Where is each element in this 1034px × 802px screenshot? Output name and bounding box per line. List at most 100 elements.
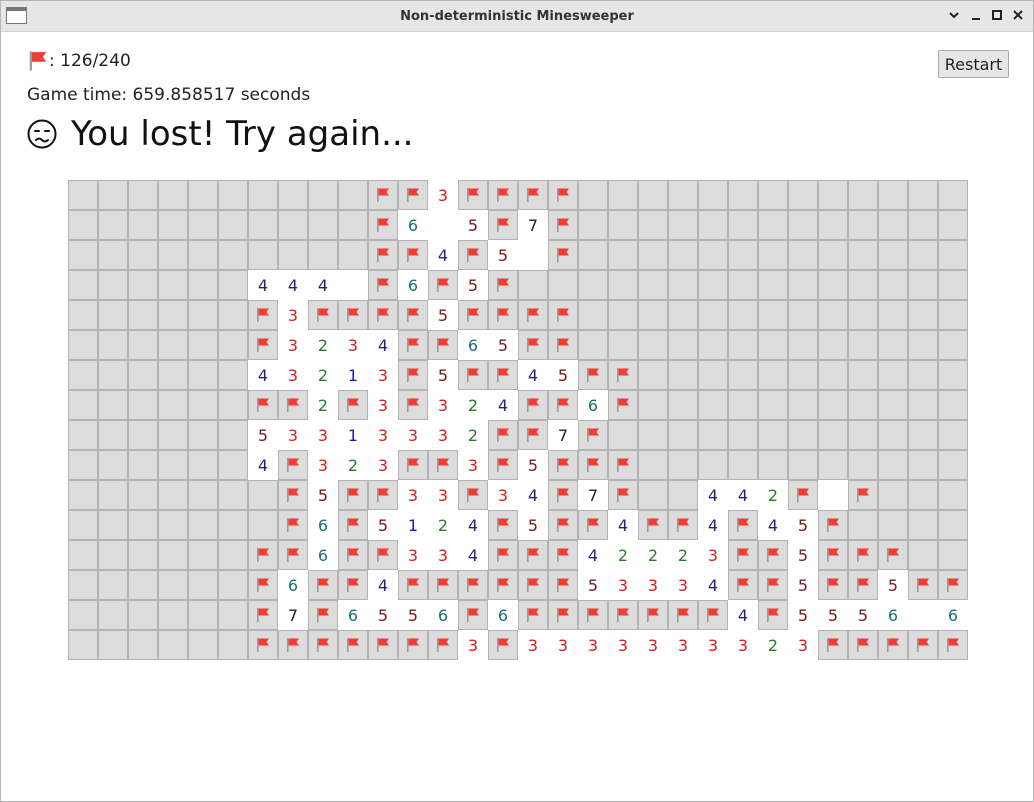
flagged-cell[interactable] [728,510,758,540]
flagged-cell[interactable] [488,270,518,300]
flagged-cell[interactable] [488,630,518,660]
number-cell[interactable]: 3 [278,330,308,360]
hidden-cell[interactable] [848,510,878,540]
hidden-cell[interactable] [158,450,188,480]
flagged-cell[interactable] [818,510,848,540]
flagged-cell[interactable] [248,570,278,600]
hidden-cell[interactable] [878,390,908,420]
hidden-cell[interactable] [668,270,698,300]
hidden-cell[interactable] [218,600,248,630]
hidden-cell[interactable] [338,180,368,210]
flagged-cell[interactable] [488,360,518,390]
flagged-cell[interactable] [338,390,368,420]
number-cell[interactable]: 3 [338,330,368,360]
hidden-cell[interactable] [698,210,728,240]
flagged-cell[interactable] [458,300,488,330]
flagged-cell[interactable] [398,240,428,270]
flagged-cell[interactable] [248,540,278,570]
number-cell[interactable]: 4 [248,360,278,390]
flagged-cell[interactable] [548,600,578,630]
flagged-cell[interactable] [548,210,578,240]
number-cell[interactable]: 3 [668,570,698,600]
number-cell[interactable]: 3 [488,480,518,510]
hidden-cell[interactable] [98,240,128,270]
hidden-cell[interactable] [848,300,878,330]
flagged-cell[interactable] [458,360,488,390]
hidden-cell[interactable] [128,420,158,450]
hidden-cell[interactable] [638,300,668,330]
hidden-cell[interactable] [728,210,758,240]
hidden-cell[interactable] [818,180,848,210]
hidden-cell[interactable] [638,420,668,450]
flagged-cell[interactable] [488,210,518,240]
hidden-cell[interactable] [668,480,698,510]
minimize-bar-icon[interactable] [967,6,985,24]
hidden-cell[interactable] [818,390,848,420]
flagged-cell[interactable] [488,510,518,540]
flagged-cell[interactable] [608,480,638,510]
flagged-cell[interactable] [488,450,518,480]
hidden-cell[interactable] [608,180,638,210]
hidden-cell[interactable] [158,270,188,300]
number-cell[interactable]: 3 [428,480,458,510]
hidden-cell[interactable] [188,180,218,210]
hidden-cell[interactable] [68,210,98,240]
hidden-cell[interactable] [188,360,218,390]
hidden-cell[interactable] [98,630,128,660]
flagged-cell[interactable] [368,240,398,270]
hidden-cell[interactable] [98,450,128,480]
number-cell[interactable]: 1 [398,510,428,540]
hidden-cell[interactable] [128,390,158,420]
hidden-cell[interactable] [908,270,938,300]
flagged-cell[interactable] [518,570,548,600]
flagged-cell[interactable] [368,480,398,510]
number-cell[interactable]: 4 [458,510,488,540]
hidden-cell[interactable] [848,420,878,450]
hidden-cell[interactable] [218,300,248,330]
hidden-cell[interactable] [698,300,728,330]
number-cell[interactable]: 6 [398,210,428,240]
number-cell[interactable]: 4 [518,360,548,390]
hidden-cell[interactable] [698,390,728,420]
flagged-cell[interactable] [398,330,428,360]
hidden-cell[interactable] [218,510,248,540]
number-cell[interactable]: 3 [668,630,698,660]
number-cell[interactable]: 6 [308,540,338,570]
hidden-cell[interactable] [218,480,248,510]
number-cell[interactable]: 3 [548,630,578,660]
hidden-cell[interactable] [188,420,218,450]
number-cell[interactable]: 6 [938,600,968,630]
number-cell[interactable]: 3 [398,540,428,570]
minimize-icon[interactable] [945,6,963,24]
flagged-cell[interactable] [308,630,338,660]
hidden-cell[interactable] [128,330,158,360]
hidden-cell[interactable] [728,300,758,330]
hidden-cell[interactable] [668,210,698,240]
number-cell[interactable]: 6 [488,600,518,630]
number-cell[interactable]: 2 [428,510,458,540]
number-cell[interactable]: 3 [698,540,728,570]
flagged-cell[interactable] [548,480,578,510]
hidden-cell[interactable] [158,570,188,600]
opened-cell[interactable] [818,480,848,510]
number-cell[interactable]: 5 [788,600,818,630]
hidden-cell[interactable] [758,270,788,300]
flagged-cell[interactable] [368,180,398,210]
flagged-cell[interactable] [278,390,308,420]
number-cell[interactable]: 3 [518,630,548,660]
hidden-cell[interactable] [578,240,608,270]
hidden-cell[interactable] [128,450,158,480]
hidden-cell[interactable] [908,360,938,390]
hidden-cell[interactable] [68,390,98,420]
flagged-cell[interactable] [548,540,578,570]
hidden-cell[interactable] [878,510,908,540]
hidden-cell[interactable] [818,360,848,390]
hidden-cell[interactable] [908,390,938,420]
number-cell[interactable]: 5 [248,420,278,450]
hidden-cell[interactable] [128,600,158,630]
hidden-cell[interactable] [128,180,158,210]
hidden-cell[interactable] [728,360,758,390]
flagged-cell[interactable] [848,540,878,570]
hidden-cell[interactable] [158,600,188,630]
hidden-cell[interactable] [908,450,938,480]
